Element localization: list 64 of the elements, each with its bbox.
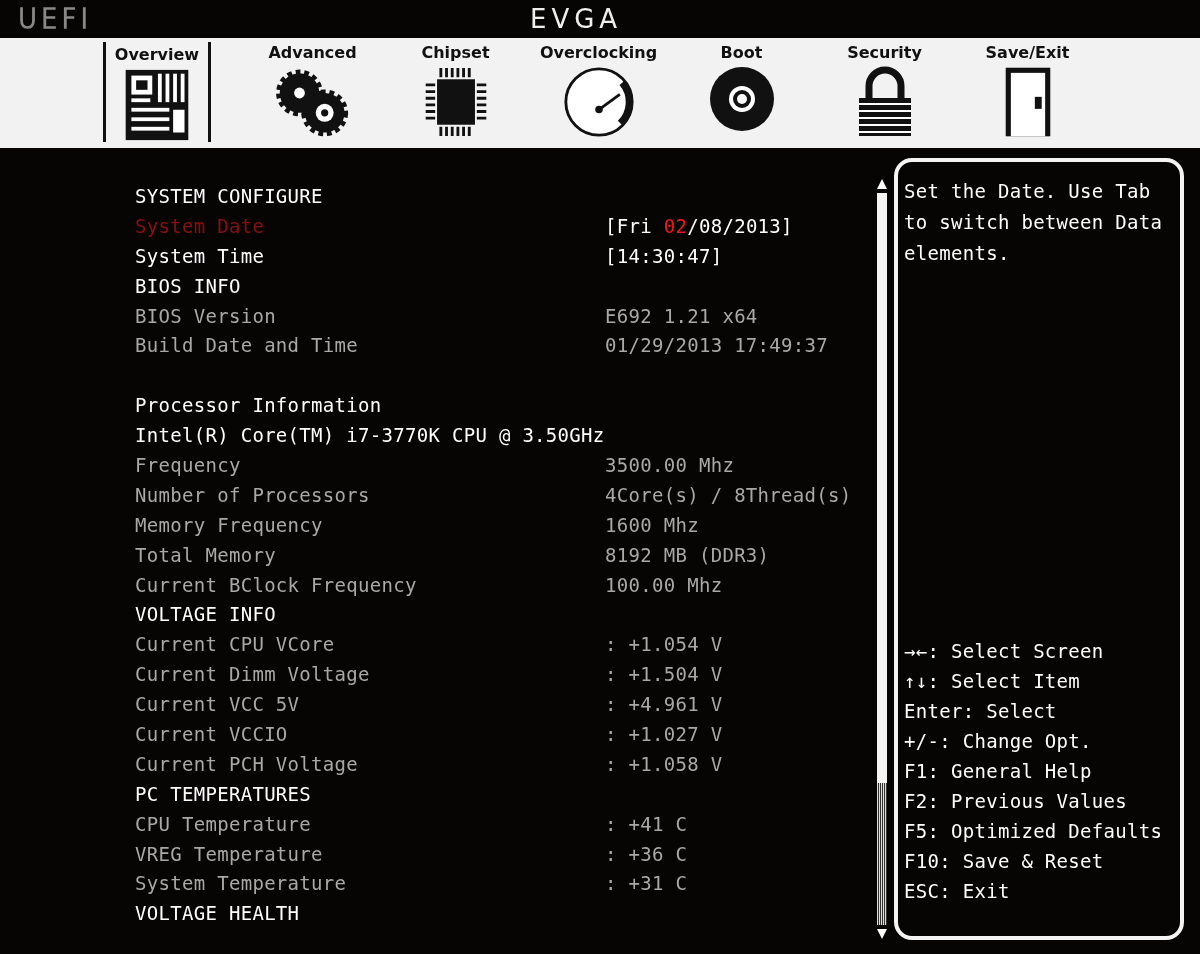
scrollbar-thumb[interactable] — [877, 193, 887, 783]
info-value: : +41 C — [605, 812, 688, 835]
tab[interactable]: Chipset — [384, 38, 527, 138]
key-hint: F2: Previous Values — [904, 789, 1129, 814]
info-label: Build Date and Time — [135, 334, 360, 357]
key-hint: F10: Save & Reset — [904, 849, 1105, 874]
info-value: 01/29/2013 17:49:37 — [605, 334, 829, 357]
tab[interactable]: Overclocking — [527, 38, 670, 138]
setting-value[interactable]: [14:30:47] — [605, 244, 723, 267]
info-label: Current Dimm Voltage — [135, 663, 371, 686]
info-value: : +1.504 V — [605, 663, 723, 686]
info-value: 8192 MB (DDR3) — [605, 543, 770, 566]
uefi-logo: UEFI — [18, 4, 93, 34]
brand-logo: EVGA — [530, 4, 623, 34]
key-hint: F5: Optimized Defaults — [904, 819, 1164, 844]
section-heading: SYSTEM CONFIGURE — [135, 184, 323, 207]
setting-label[interactable]: System Time — [135, 244, 605, 267]
info-label: Current CPU VCore — [135, 633, 336, 656]
info-label: Current PCH Voltage — [135, 752, 360, 775]
key-hint: →←: Select Screen — [904, 639, 1105, 664]
tab[interactable]: Advanced — [241, 38, 384, 138]
section-heading: BIOS INFO — [135, 274, 241, 297]
setting-value[interactable]: [Fri 02/08/2013] — [605, 214, 793, 237]
info-label: VREG Temperature — [135, 842, 324, 865]
padlock-icon — [856, 66, 913, 138]
info-value: 4Core(s) / 8Thread(s) — [605, 483, 852, 506]
info-value: : +1.054 V — [605, 633, 723, 656]
disc-icon — [708, 66, 775, 132]
tab[interactable]: Save/Exit — [956, 38, 1099, 138]
scroll-down-icon — [876, 928, 888, 940]
tab[interactable]: Boot — [670, 38, 813, 138]
tab[interactable]: Security — [813, 38, 956, 138]
info-label: Number of Processors — [135, 483, 371, 506]
info-label: Current VCCIO — [135, 722, 289, 745]
info-label: Current VCC 5V — [135, 693, 301, 716]
info-value: : +1.058 V — [605, 752, 723, 775]
section-heading: PC TEMPERATURES — [135, 782, 312, 805]
info-value: E692 1.21 x64 — [605, 304, 758, 327]
info-label: System Temperature — [135, 872, 348, 895]
info-value: 1600 Mhz — [605, 513, 699, 536]
info-label: Current BClock Frequency — [135, 573, 418, 596]
info-value: 3500.00 Mhz — [605, 453, 735, 476]
key-hint: +/-: Change Opt. — [904, 729, 1093, 754]
help-text: Set the Date. Use Tab to switch between Data elements. — [904, 179, 1164, 266]
info-value: : +1.027 V — [605, 722, 723, 745]
key-hint: ↑↓: Select Item — [904, 669, 1082, 694]
info-label: Frequency — [135, 453, 242, 476]
key-hint: ESC: Exit — [904, 879, 1011, 904]
info-value: : +36 C — [605, 842, 688, 865]
scroll-up-icon — [876, 178, 888, 190]
tab[interactable]: Overview — [103, 42, 211, 142]
info-value: : +31 C — [605, 872, 688, 895]
info-label: CPU Temperature — [135, 812, 313, 835]
info-label: BIOS Version — [135, 304, 277, 327]
section-heading: Processor Information — [135, 394, 382, 417]
key-hint: F1: General Help — [904, 759, 1093, 784]
section-heading: Intel(R) Core(TM) i7-3770K CPU @ 3.50GHz — [135, 424, 605, 447]
section-heading: VOLTAGE HEALTH — [135, 902, 300, 925]
info-label: Memory Frequency — [135, 513, 324, 536]
section-heading: VOLTAGE INFO — [135, 603, 276, 626]
info-value: 100.00 Mhz — [605, 573, 723, 596]
key-hint: Enter: Select — [904, 699, 1058, 724]
info-label: Total Memory — [135, 543, 277, 566]
info-value: : +4.961 V — [605, 693, 723, 716]
